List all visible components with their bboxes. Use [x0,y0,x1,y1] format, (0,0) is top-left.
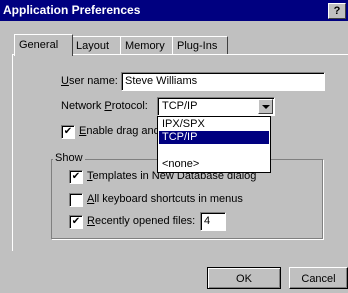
tab-plug-ins-label: Plug-Ins [177,40,218,52]
tab-general-label: General [19,39,59,51]
protocol-option-none[interactable]: <none> [159,158,269,171]
recent-files-label: Recently opened files: [87,215,196,227]
help-button[interactable]: ? [328,3,346,19]
ok-button[interactable]: OK [207,267,281,289]
protocol-option-blank[interactable] [159,144,269,156]
show-group-title: Show [53,152,85,164]
tab-memory-label: Memory [125,40,165,52]
protocol-dropdown-list: IPX/SPX TCP/IP <none> [157,116,271,173]
title-bar[interactable]: Application Preferences ? [0,0,348,21]
templates-checkbox[interactable]: ✔ [69,170,83,184]
network-protocol-select[interactable]: TCP/IP [157,97,275,116]
tab-memory[interactable]: Memory [120,36,175,55]
shortcuts-label: All keyboard shortcuts in menus [87,193,243,205]
preferences-dialog: Application Preferences ? General Layout… [0,0,348,293]
tab-plug-ins[interactable]: Plug-Ins [172,36,228,55]
cancel-button[interactable]: Cancel [289,267,348,289]
shortcuts-checkbox[interactable] [69,193,83,207]
recent-files-count-field[interactable]: 4 [200,212,226,231]
user-name-field[interactable]: Steve Williams [121,72,325,91]
window-title: Application Preferences [3,3,141,17]
drag-drop-label: Enable drag and [79,125,160,137]
tab-layout[interactable]: Layout [71,36,121,55]
protocol-option-tcp-ip[interactable]: TCP/IP [159,131,269,144]
drag-drop-checkbox[interactable]: ✔ [61,125,75,139]
recent-files-checkbox[interactable]: ✔ [69,215,83,229]
tab-layout-label: Layout [76,40,110,52]
network-protocol-value: TCP/IP [162,100,198,112]
protocol-option-ipx-spx[interactable]: IPX/SPX [159,118,269,131]
tab-general[interactable]: General [14,34,73,56]
general-tab-panel: User name: Steve Williams Network Protoc… [12,54,348,251]
user-name-label: User name: [61,75,118,87]
dropdown-arrow-icon[interactable] [258,99,273,114]
network-protocol-label: Network Protocol: [61,100,148,112]
